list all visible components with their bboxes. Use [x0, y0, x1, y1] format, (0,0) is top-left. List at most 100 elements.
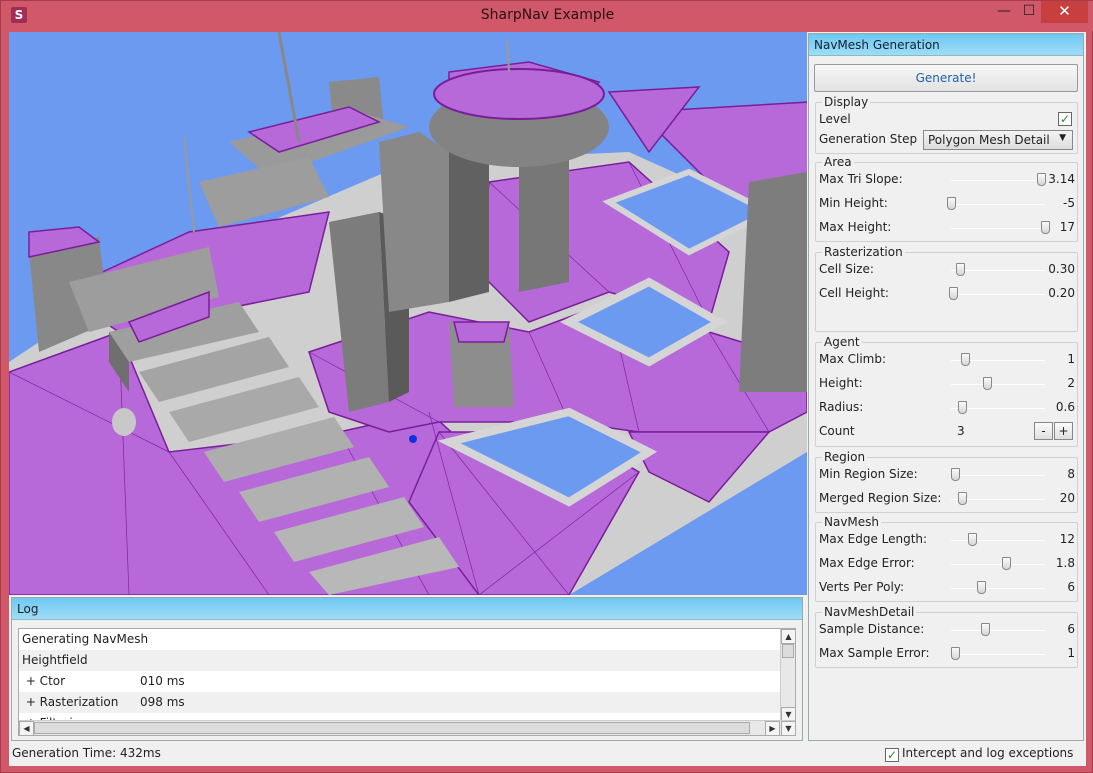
slider-track[interactable] [951, 180, 1045, 181]
log-row[interactable]: Heightfield [19, 650, 783, 671]
slider-track[interactable] [951, 475, 1045, 476]
navmesh-generation-panel: NavMesh Generation Generate! Display Lev… [808, 33, 1084, 741]
agent-count-increment-button[interactable]: + [1054, 422, 1073, 440]
slider-thumb[interactable] [956, 263, 966, 276]
slider-track[interactable] [951, 294, 1045, 295]
vertical-scroll-thumb[interactable] [782, 644, 794, 658]
slider-value: 17 [1059, 220, 1075, 234]
close-button[interactable]: ✕ [1041, 1, 1088, 23]
slider-track[interactable] [951, 654, 1045, 655]
scroll-right-icon[interactable]: ▶ [765, 721, 780, 735]
log-time: 098 ms [140, 695, 185, 709]
slider-thumb[interactable] [1001, 557, 1011, 570]
horizontal-scroll-thumb[interactable] [34, 722, 750, 734]
slider-track[interactable] [951, 384, 1045, 385]
slider-value: 6 [1067, 622, 1075, 636]
area-slider-row: Max Tri Slope: 3.14 [819, 170, 1075, 190]
navmesh-title: NavMesh [822, 515, 882, 529]
slider-thumb[interactable] [958, 492, 968, 505]
slider-thumb[interactable] [947, 197, 956, 210]
title-bar[interactable]: S SharpNav Example — ☐ ✕ [1, 1, 1093, 31]
slider-value: 8 [1067, 467, 1075, 481]
agent-marker [409, 435, 417, 443]
intercept-exceptions-checkbox[interactable]: ✓ [885, 748, 899, 762]
slider-track[interactable] [951, 270, 1045, 271]
log-row[interactable]: Generating NavMesh [19, 629, 783, 650]
slider-track[interactable] [951, 204, 1045, 205]
agent-group: Agent Count 3 - + Max Climb: 1 Height: 2 Rad… [815, 335, 1078, 447]
area-slider-row: Max Height: 17 [819, 218, 1075, 238]
agent-title: Agent [822, 335, 862, 349]
scroll-left-icon[interactable]: ◀ [19, 721, 34, 735]
slider-thumb[interactable] [980, 623, 990, 636]
area-title: Area [822, 155, 854, 169]
slider-label: Min Region Size: [819, 467, 918, 481]
slider-thumb[interactable] [950, 468, 960, 481]
level-checkbox[interactable]: ✓ [1058, 112, 1072, 126]
slider-label: Merged Region Size: [819, 491, 942, 505]
log-text: + Rasterization [22, 695, 119, 709]
intercept-exceptions-label: Intercept and log exceptions [902, 746, 1074, 760]
check-icon: ✓ [886, 748, 898, 762]
slider-value: 3.14 [1048, 172, 1075, 186]
scroll-down-corner-icon[interactable]: ▼ [781, 721, 795, 735]
region-slider-row: Merged Region Size: 20 [819, 489, 1075, 509]
slider-thumb[interactable] [1041, 221, 1050, 234]
slider-label: Height: [819, 376, 863, 390]
slider-label: Radius: [819, 400, 864, 414]
slider-thumb[interactable] [967, 533, 977, 546]
scroll-up-icon[interactable]: ▲ [781, 629, 795, 644]
generate-button[interactable]: Generate! [814, 64, 1078, 92]
slider-track[interactable] [951, 540, 1045, 541]
log-panel: Log Generating NavMesh Heightfield + Ctor… [11, 597, 803, 741]
slider-label: Max Sample Error: [819, 646, 930, 660]
region-title: Region [822, 450, 868, 464]
rasterization-slider-row: Cell Size: 0.30 [819, 260, 1075, 280]
slider-value: 1 [1067, 352, 1075, 366]
slider-label: Verts Per Poly: [819, 580, 905, 594]
area-group: Area Max Tri Slope: 3.14 Min Height: -5 Max … [815, 155, 1078, 242]
log-row[interactable]: + Ctor 010 ms [19, 671, 783, 692]
log-row[interactable]: + Rasterization 098 ms [19, 692, 783, 713]
slider-track[interactable] [951, 630, 1045, 631]
slider-thumb[interactable] [950, 647, 960, 660]
generation-step-value: Polygon Mesh Detail [928, 133, 1050, 147]
navmesh-slider-row: Verts Per Poly: 6 [819, 578, 1075, 598]
slider-thumb[interactable] [961, 353, 971, 366]
slider-value: -5 [1063, 196, 1075, 210]
region-group: Region Min Region Size: 8 Merged Region Si… [815, 450, 1078, 513]
slider-thumb[interactable] [958, 401, 968, 414]
log-vertical-scrollbar[interactable]: ▲ ▼ [780, 629, 795, 722]
agent-count-decrement-button[interactable]: - [1034, 422, 1053, 440]
generation-step-dropdown[interactable]: Polygon Mesh Detail ▼ [923, 130, 1073, 150]
navmesh-detail-slider-row: Sample Distance: 6 [819, 620, 1075, 640]
generation-step-label: Generation Step [819, 132, 918, 146]
slider-thumb[interactable] [1037, 173, 1047, 186]
navmesh-slider-row: Max Edge Error: 1.8 [819, 554, 1075, 574]
3d-viewport[interactable] [9, 32, 807, 595]
client-area: NavMesh Generation Generate! Display Lev… [9, 32, 1086, 766]
slider-value: 12 [1059, 532, 1075, 546]
region-slider-row: Min Region Size: 8 [819, 465, 1075, 485]
slider-label: Max Edge Error: [819, 556, 915, 570]
rasterization-group: Rasterization Cell Size: 0.30 Cell Height:… [815, 245, 1078, 332]
status-bar: Generation Time: 432ms ✓ Intercept and l… [9, 744, 1086, 766]
log-horizontal-scrollbar[interactable]: ◀ ▶ ▼ [19, 720, 795, 735]
slider-value: 1.8 [1055, 556, 1075, 570]
slider-thumb[interactable] [977, 581, 987, 594]
slider-track[interactable] [951, 228, 1045, 229]
navmesh-slider-row: Max Edge Length: 12 [819, 530, 1075, 550]
slider-thumb[interactable] [948, 287, 958, 300]
navmesh-detail-title: NavMeshDetail [822, 605, 917, 619]
agent-slider-row: Height: 2 [819, 374, 1075, 394]
maximize-button[interactable]: ☐ [1014, 1, 1044, 23]
log-list[interactable]: Generating NavMesh Heightfield + Ctor 010 … [18, 628, 796, 736]
agent-slider-row: Radius: 0.6 [819, 398, 1075, 418]
slider-label: Min Height: [819, 196, 888, 210]
slider-value: 2 [1067, 376, 1075, 390]
slider-track[interactable] [951, 564, 1045, 565]
slider-thumb[interactable] [982, 377, 992, 390]
slider-track[interactable] [951, 588, 1045, 589]
slider-label: Max Height: [819, 220, 892, 234]
slider-label: Cell Height: [819, 286, 889, 300]
